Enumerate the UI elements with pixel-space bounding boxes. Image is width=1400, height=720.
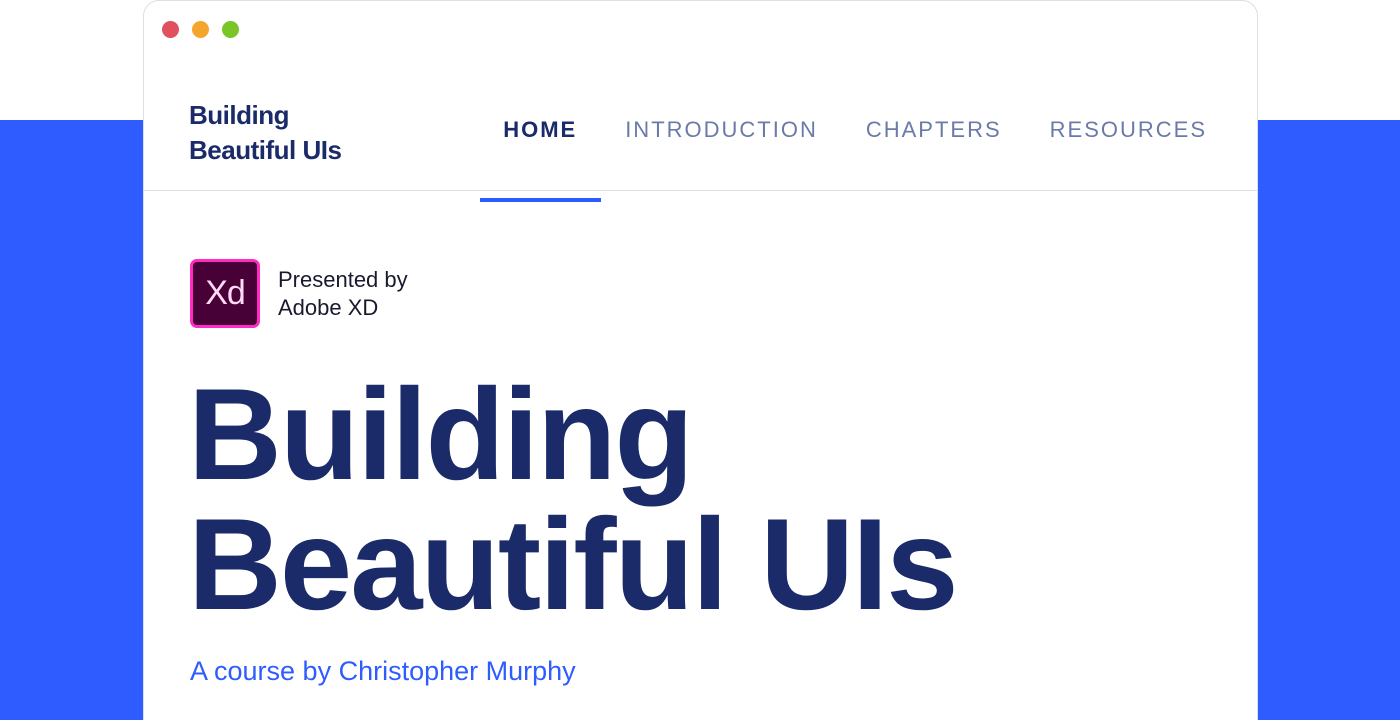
site-logo-link[interactable]: Building Beautiful UIs (189, 98, 389, 168)
sponsor-text: Presented by Adobe XD (278, 266, 408, 322)
adobe-xd-logo-icon: Xd (190, 259, 260, 328)
window-controls (162, 21, 239, 38)
hero-title-line-2: Beautiful UIs (188, 491, 959, 637)
sponsor-line-1: Presented by (278, 266, 408, 292)
nav-introduction-label: INTRODUCTION (625, 117, 818, 142)
brand-line-1: Building (189, 100, 289, 130)
xd-logo-text: Xd (205, 274, 246, 312)
browser-window: Building Beautiful UIs HOME INTRODUCTION… (143, 0, 1258, 720)
minimize-dot-icon[interactable] (192, 21, 209, 38)
hero-title-line-1: Building (188, 361, 694, 507)
close-dot-icon[interactable] (162, 21, 179, 38)
site-header: Building Beautiful UIs HOME INTRODUCTION… (144, 61, 1257, 202)
sponsor-block: Xd Presented by Adobe XD (190, 259, 408, 328)
nav-resources[interactable]: RESOURCES (1050, 117, 1207, 143)
nav-chapters[interactable]: CHAPTERS (866, 117, 1002, 143)
main-nav: HOME INTRODUCTION CHAPTERS RESOURCES (480, 117, 1207, 202)
active-tab-indicator (480, 198, 602, 202)
author-link[interactable]: A course by Christopher Murphy (190, 656, 576, 687)
hero-title: Building Beautiful UIs (188, 361, 959, 637)
nav-home[interactable]: HOME (480, 117, 602, 202)
brand-line-2: Beautiful UIs (189, 135, 342, 165)
sponsor-line-2: Adobe XD (278, 294, 379, 320)
nav-resources-label: RESOURCES (1049, 117, 1207, 142)
nav-chapters-label: CHAPTERS (865, 117, 1002, 142)
maximize-dot-icon[interactable] (222, 21, 239, 38)
nav-introduction[interactable]: INTRODUCTION (625, 117, 818, 143)
nav-home-label: HOME (503, 117, 578, 142)
